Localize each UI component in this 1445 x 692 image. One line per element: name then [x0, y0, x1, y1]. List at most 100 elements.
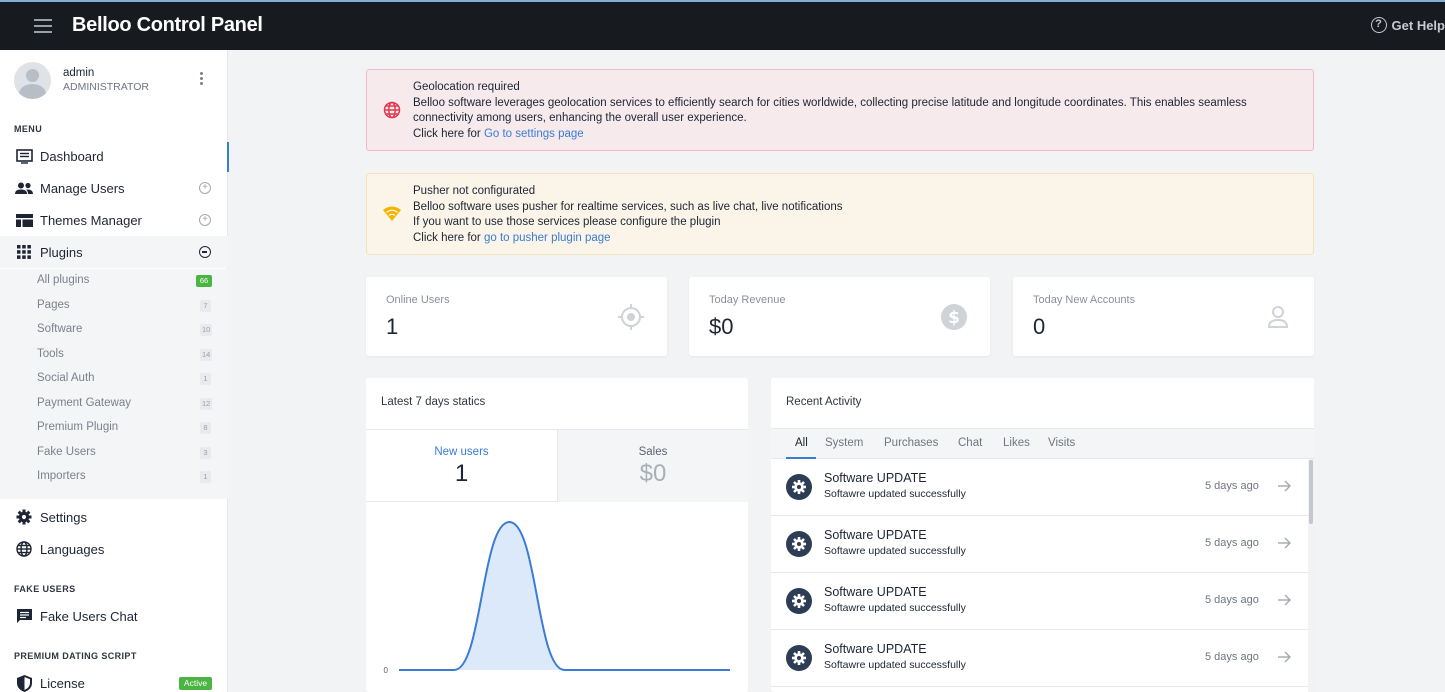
pusher-plugin-link[interactable]: go to pusher plugin page	[484, 232, 611, 244]
stat-value: $0	[709, 314, 734, 339]
get-help-label: Get Help	[1391, 17, 1445, 33]
count-badge: 1	[200, 471, 211, 483]
avatar	[14, 62, 51, 99]
chat-icon	[15, 607, 33, 625]
submenu-item-pages[interactable]: Pages 7	[0, 294, 228, 318]
recent-activity-panel: Recent Activity All System Purchases Cha…	[771, 378, 1314, 692]
user-icon	[1264, 303, 1292, 331]
themes-icon	[15, 211, 33, 229]
top-bar: Belloo Control Panel ? Get Help	[0, 0, 1445, 50]
sidebar-item-manage-users[interactable]: Manage Users +	[0, 172, 228, 204]
gear-icon	[786, 645, 812, 671]
submenu-item-all-plugins[interactable]: All plugins 66	[0, 269, 228, 293]
sidebar-item-label: Dashboard	[40, 148, 104, 164]
count-badge: 66	[196, 275, 212, 287]
activity-item[interactable]: Software UPDATE Softawre updated success…	[771, 516, 1308, 573]
sidebar-item-languages[interactable]: Languages	[0, 533, 228, 565]
more-options-icon[interactable]	[200, 72, 204, 87]
tab-label: Sales	[638, 446, 668, 458]
submenu-label: Importers	[37, 470, 86, 482]
tab-all[interactable]: All	[795, 437, 808, 449]
submenu-item-software[interactable]: Software 10	[0, 318, 228, 342]
stat-value: 0	[1033, 314, 1046, 339]
tab-value: $0	[639, 460, 667, 487]
gear-icon	[786, 531, 812, 557]
count-badge: 1	[200, 373, 211, 385]
collapse-minus-icon[interactable]	[199, 246, 211, 258]
premium-section-label: PREMIUM DATING SCRIPT	[14, 651, 137, 661]
submenu-item-social-auth[interactable]: Social Auth 1	[0, 367, 228, 391]
sidebar-item-themes-manager[interactable]: Themes Manager +	[0, 204, 228, 236]
sidebar-item-label: Fake Users Chat	[40, 608, 138, 624]
activity-title: Software UPDATE	[824, 528, 927, 542]
profile-name: admin	[63, 67, 95, 79]
sidebar-item-label: License	[40, 675, 85, 691]
activity-description: Softawre updated successfully	[824, 488, 966, 500]
tab-purchases[interactable]: Purchases	[884, 437, 938, 449]
stat-label: Today New Accounts	[1033, 294, 1136, 306]
alert-title: Pusher not configurated	[413, 185, 536, 197]
arrow-right-icon	[1277, 536, 1291, 550]
submenu-label: Tools	[37, 347, 64, 360]
count-badge: 14	[200, 348, 213, 361]
geolocation-alert: Geolocation required Belloo software lev…	[366, 69, 1314, 151]
alert-link-prefix: Click here for	[413, 231, 481, 244]
hamburger-icon[interactable]	[34, 19, 52, 33]
sidebar-item-label: Manage Users	[40, 180, 125, 196]
panel-title: Recent Activity	[786, 396, 862, 408]
tab-system[interactable]: System	[825, 437, 863, 449]
submenu-label: Software	[37, 323, 83, 335]
chart-series-line	[399, 520, 730, 671]
submenu-item-payment-gateway[interactable]: Payment Gateway 12	[0, 392, 228, 416]
alert-line-2: If you want to use those services please…	[413, 216, 721, 228]
target-icon	[617, 303, 645, 331]
tab-chat[interactable]: Chat	[958, 437, 982, 449]
license-status-badge: Active	[179, 677, 212, 690]
activity-title: Software UPDATE	[824, 471, 927, 485]
help-circle-icon: ?	[1370, 17, 1387, 33]
activity-scrollbar-thumb[interactable]	[1309, 460, 1313, 524]
get-help-button[interactable]: ? Get Help	[1370, 17, 1445, 33]
submenu-label: Pages	[37, 298, 70, 311]
y-tick-label: 0	[384, 666, 389, 675]
activity-title: Software UPDATE	[824, 642, 927, 656]
tab-new-users[interactable]: New users 1	[366, 430, 557, 502]
settings-page-link[interactable]: Go to settings page	[484, 128, 584, 140]
submenu-label: Premium Plugin	[37, 421, 119, 433]
count-badge: 8	[200, 422, 211, 434]
sidebar-item-settings[interactable]: Settings	[0, 501, 228, 533]
submenu-item-fake-users[interactable]: Fake Users 3	[0, 441, 228, 465]
count-badge: 7	[200, 299, 211, 312]
activity-tabs: All System Purchases Chat Likes Visits	[771, 428, 1314, 459]
sidebar-item-fake-users-chat[interactable]: Fake Users Chat	[0, 600, 228, 632]
gear-icon	[786, 474, 812, 500]
activity-time: 5 days ago	[1205, 594, 1259, 606]
users-icon	[15, 179, 33, 197]
sidebar-item-dashboard[interactable]: Dashboard	[0, 140, 229, 172]
stat-card-today-new-accounts: Today New Accounts 0	[1013, 277, 1314, 356]
arrow-right-icon	[1277, 479, 1291, 493]
alert-link-prefix: Click here for	[413, 127, 481, 140]
dollar-icon: $	[940, 303, 968, 331]
sidebar-item-plugins[interactable]: Plugins	[0, 236, 228, 268]
tab-visits[interactable]: Visits	[1048, 437, 1075, 449]
sidebar-item-license[interactable]: License Active	[0, 667, 228, 692]
submenu-item-tools[interactable]: Tools 14	[0, 343, 228, 367]
expand-plus-icon[interactable]: +	[199, 214, 211, 226]
submenu-item-premium-plugin[interactable]: Premium Plugin 8	[0, 416, 228, 440]
submenu-item-importers[interactable]: Importers 1	[0, 465, 228, 489]
stat-label: Online Users	[386, 294, 450, 306]
activity-item[interactable]: Software UPDATE Softawre updated success…	[771, 573, 1308, 630]
stat-label: Today Revenue	[709, 294, 786, 306]
activity-item[interactable]: Software UPDATE Softawre updated success…	[771, 459, 1308, 516]
sidebar: admin ADMINISTRATOR MENU Dashboard Manag…	[0, 50, 229, 692]
expand-plus-icon[interactable]: +	[199, 182, 211, 194]
tab-value: 1	[454, 460, 469, 487]
gear-icon	[786, 588, 812, 614]
tab-likes[interactable]: Likes	[1003, 437, 1030, 449]
profile-role: ADMINISTRATOR	[63, 81, 149, 93]
tab-sales[interactable]: Sales $0	[557, 430, 748, 502]
chart-area-fill	[399, 522, 730, 670]
statics-panel: Latest 7 days statics New users 1 Sales …	[366, 378, 748, 692]
activity-item[interactable]: Software UPDATE Softawre updated success…	[771, 630, 1308, 687]
